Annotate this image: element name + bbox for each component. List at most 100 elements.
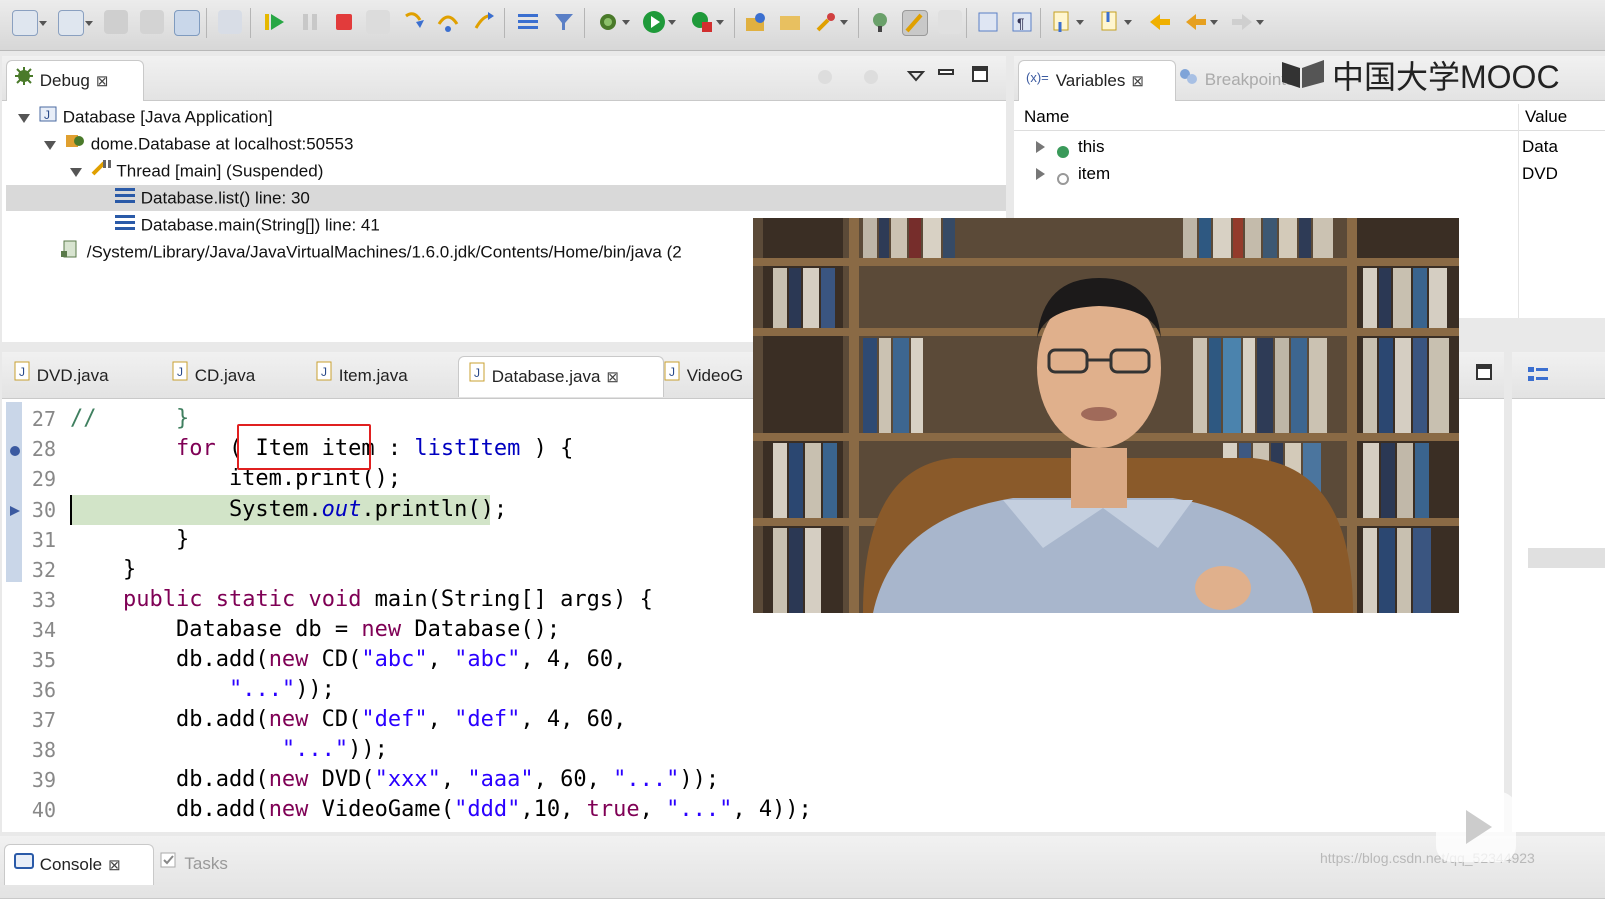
next-annotation-icon[interactable] xyxy=(1050,10,1084,34)
tab-variables-label: Variables xyxy=(1055,71,1126,90)
search-icon[interactable] xyxy=(814,10,848,34)
toggle-mark-occurrences-icon[interactable] xyxy=(868,10,892,34)
step-return-icon[interactable] xyxy=(472,10,496,34)
tree-item-thread[interactable]: Thread [main] (Suspended) xyxy=(70,158,323,184)
debug-icon[interactable] xyxy=(596,10,630,34)
line-number: 40 xyxy=(31,798,56,822)
new-package-icon[interactable] xyxy=(58,10,93,36)
video-frame-image xyxy=(753,218,1459,613)
code-line[interactable]: } xyxy=(70,555,136,585)
open-type-icon[interactable] xyxy=(778,10,802,34)
code-line[interactable]: db.add(new VideoGame("ddd",10, true, "..… xyxy=(70,795,812,825)
outline-icon[interactable] xyxy=(1526,364,1550,393)
line-number: 34 xyxy=(31,618,56,642)
mooc-logo-icon xyxy=(1280,58,1326,93)
new-icon[interactable] xyxy=(12,10,47,36)
resume-icon[interactable] xyxy=(262,10,286,34)
tree-item-process[interactable]: /System/Library/Java/JavaVirtualMachines… xyxy=(60,239,682,265)
breakpoint-icon xyxy=(1178,61,1200,101)
maximize-icon[interactable] xyxy=(1474,362,1494,382)
line-number: 38 xyxy=(31,738,56,762)
step-into-icon[interactable] xyxy=(402,10,426,34)
print-icon[interactable] xyxy=(174,10,200,36)
view-menu-icon[interactable] xyxy=(906,66,926,86)
previous-annotation-icon[interactable] xyxy=(1098,10,1132,34)
tree-item-application[interactable]: J Database [Java Application] xyxy=(18,104,273,130)
tab-tasks[interactable]: Tasks xyxy=(158,844,228,884)
editor-tab[interactable]: J CD.java xyxy=(170,356,255,396)
java-file-icon: J xyxy=(170,357,190,397)
svg-text:J: J xyxy=(669,365,675,379)
code-line[interactable]: db.add(new DVD("xxx", "aaa", 60, "..."))… xyxy=(70,765,719,795)
svg-text:J: J xyxy=(19,365,25,379)
toggle-whitespace-icon[interactable] xyxy=(938,10,962,34)
run-icon[interactable] xyxy=(642,10,676,34)
tab-debug[interactable]: Debug ⊠ xyxy=(6,60,144,101)
block-selection-icon[interactable] xyxy=(976,10,1000,34)
code-line[interactable]: } xyxy=(70,525,189,555)
drop-to-frame-icon[interactable] xyxy=(516,10,540,34)
step-over-icon[interactable] xyxy=(436,10,460,34)
code-line[interactable]: "...")); xyxy=(70,675,335,705)
main-toolbar: ¶ xyxy=(0,0,1605,51)
variable-name: item xyxy=(1078,164,1111,183)
code-line-current[interactable]: System.out.println(); xyxy=(70,495,507,525)
last-edit-location-icon[interactable] xyxy=(1148,10,1172,34)
debug-tabbar: Debug ⊠ xyxy=(2,56,1006,101)
stack-frame-icon xyxy=(114,212,136,240)
editor-tab-active[interactable]: J Database.java ⊠ xyxy=(458,356,664,397)
close-icon[interactable]: ⊠ xyxy=(1131,73,1144,90)
tab-console[interactable]: Console ⊠ xyxy=(4,844,154,885)
variable-row[interactable]: this Data xyxy=(1014,133,1605,160)
suspend-icon[interactable] xyxy=(298,10,322,34)
variable-value: DVD xyxy=(1522,164,1558,183)
code-line[interactable]: public static void main(String[] args) { xyxy=(70,585,653,615)
code-line[interactable]: "...")); xyxy=(70,735,388,765)
breakpoint-marker-icon[interactable] xyxy=(8,444,22,463)
maximize-icon[interactable] xyxy=(970,64,990,84)
svg-text:J: J xyxy=(474,366,480,380)
tab-console-label: Console xyxy=(39,855,103,874)
minimize-icon[interactable] xyxy=(936,66,956,86)
save-icon[interactable] xyxy=(104,10,128,34)
tree-item-label: dome.Database at localhost:50553 xyxy=(90,134,354,154)
show-whitespace-icon[interactable]: ¶ xyxy=(1010,10,1034,34)
run-external-tools-icon[interactable] xyxy=(690,10,724,34)
terminate-icon[interactable] xyxy=(332,10,356,34)
disconnect-icon[interactable] xyxy=(366,10,390,34)
column-name-header[interactable]: Name xyxy=(1024,104,1069,130)
tree-item-frame-main[interactable]: Database.main(String[]) line: 41 xyxy=(114,212,380,238)
forward-icon[interactable] xyxy=(1230,10,1264,34)
video-play-icon[interactable] xyxy=(1436,792,1516,862)
tree-item-frame-list[interactable]: Database.list() line: 30 xyxy=(114,185,310,211)
remove-terminated-icon[interactable] xyxy=(814,66,836,88)
svg-text:(x)=: (x)= xyxy=(1026,70,1049,85)
variable-row[interactable]: item DVD xyxy=(1014,160,1605,187)
editor-tab[interactable]: J Item.java xyxy=(314,356,408,396)
code-line[interactable]: Database db = new Database(); xyxy=(70,615,560,645)
close-icon[interactable]: ⊠ xyxy=(108,857,121,874)
code-line[interactable]: db.add(new CD("abc", "abc", 4, 60, xyxy=(70,645,626,675)
line-number: 28 xyxy=(31,437,56,461)
outline-selected-item[interactable] xyxy=(1528,548,1605,568)
remove-all-icon[interactable] xyxy=(860,66,882,88)
line-number: 37 xyxy=(31,708,56,732)
use-step-filters-icon[interactable] xyxy=(552,10,576,34)
editor-tab[interactable]: J DVD.java xyxy=(12,356,109,396)
column-value-header[interactable]: Value xyxy=(1518,104,1567,130)
tab-tasks-label: Tasks xyxy=(184,854,228,873)
new-java-project-icon[interactable] xyxy=(744,10,768,34)
save-all-icon[interactable] xyxy=(140,10,164,34)
skip-breakpoints-icon[interactable] xyxy=(218,10,242,34)
tab-breakpoints[interactable]: Breakpoints xyxy=(1178,60,1295,100)
back-icon[interactable] xyxy=(1184,10,1218,34)
editor-tab[interactable]: J VideoG xyxy=(662,356,743,396)
tree-item-target[interactable]: dome.Database at localhost:50553 xyxy=(44,131,353,157)
tab-variables[interactable]: (x)= Variables ⊠ xyxy=(1018,60,1176,101)
code-line[interactable]: db.add(new CD("def", "def", 4, 60, xyxy=(70,705,626,735)
java-app-icon: J xyxy=(38,104,58,132)
close-icon[interactable]: ⊠ xyxy=(606,369,619,386)
code-line[interactable]: // } xyxy=(70,404,189,434)
close-icon[interactable]: ⊠ xyxy=(96,73,109,90)
toggle-highlight-icon[interactable] xyxy=(902,10,928,36)
